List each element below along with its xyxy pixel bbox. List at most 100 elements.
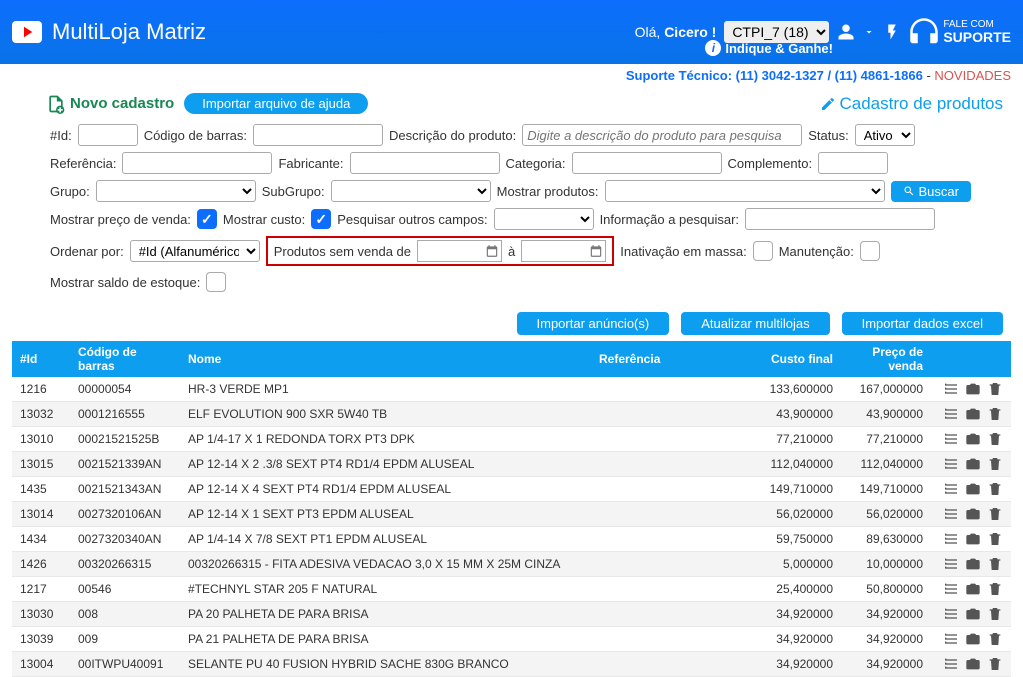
trash-icon[interactable]: [987, 406, 1003, 422]
referencia-input[interactable]: [122, 152, 272, 174]
camera-icon[interactable]: [965, 431, 981, 447]
custo-checkbox[interactable]: [311, 209, 331, 229]
actions-row: Importar anúncio(s) Atualizar multilojas…: [0, 308, 1023, 341]
date-from-input[interactable]: [417, 240, 502, 262]
cell-codigo: 00021521525B: [70, 427, 180, 452]
mostrar-produtos-select[interactable]: [605, 180, 885, 202]
camera-icon[interactable]: [965, 556, 981, 572]
details-icon[interactable]: [943, 631, 959, 647]
inativacao-checkbox[interactable]: [753, 241, 773, 261]
details-icon[interactable]: [943, 431, 959, 447]
cell-id: 13039: [12, 627, 70, 652]
details-icon[interactable]: [943, 381, 959, 397]
indique-link[interactable]: i Indique & Ganhe!: [705, 40, 833, 56]
cell-ref: [591, 502, 751, 527]
table-row[interactable]: 13030 008 PA 20 PALHETA DE PARA BRISA 34…: [12, 602, 1011, 627]
bolt-icon[interactable]: [883, 23, 901, 41]
trash-icon[interactable]: [987, 481, 1003, 497]
subgrupo-select[interactable]: [331, 180, 491, 202]
buscar-button[interactable]: Buscar: [891, 181, 971, 202]
id-input[interactable]: [78, 124, 138, 146]
a-label: à: [508, 244, 515, 259]
trash-icon[interactable]: [987, 606, 1003, 622]
col-nome[interactable]: Nome: [180, 341, 591, 377]
novidades-link[interactable]: NOVIDADES: [934, 68, 1011, 83]
details-icon[interactable]: [943, 606, 959, 622]
manutencao-checkbox[interactable]: [860, 241, 880, 261]
ordenar-select[interactable]: #Id (Alfanumérico): [130, 240, 260, 262]
importar-anuncios-button[interactable]: Importar anúncio(s): [517, 312, 670, 335]
cell-ref: [591, 577, 751, 602]
user-icon[interactable]: [837, 23, 855, 41]
preco-venda-checkbox[interactable]: [197, 209, 217, 229]
camera-icon[interactable]: [965, 631, 981, 647]
col-ref[interactable]: Referência: [591, 341, 751, 377]
cell-ref: [591, 427, 751, 452]
grupo-select[interactable]: [96, 180, 256, 202]
table-row[interactable]: 13014 0027320106AN AP 12-14 X 1 SEXT PT3…: [12, 502, 1011, 527]
table-row[interactable]: 13010 00021521525B AP 1/4-17 X 1 REDONDA…: [12, 427, 1011, 452]
table-row[interactable]: 1217 00546 #TECHNYL STAR 205 F NATURAL 2…: [12, 577, 1011, 602]
trash-icon[interactable]: [987, 381, 1003, 397]
descricao-input[interactable]: [522, 124, 802, 146]
info-pesquisar-input[interactable]: [745, 208, 935, 230]
col-preco[interactable]: Preço de venda: [841, 341, 931, 377]
camera-icon[interactable]: [965, 481, 981, 497]
details-icon[interactable]: [943, 581, 959, 597]
camera-icon[interactable]: [965, 506, 981, 522]
camera-icon[interactable]: [965, 381, 981, 397]
col-codigo[interactable]: Código de barras: [70, 341, 180, 377]
col-custo[interactable]: Custo final: [751, 341, 841, 377]
details-icon[interactable]: [943, 481, 959, 497]
table-row[interactable]: 13015 0021521339AN AP 12-14 X 2 .3/8 SEX…: [12, 452, 1011, 477]
fabricante-input[interactable]: [350, 152, 500, 174]
details-icon[interactable]: [943, 556, 959, 572]
importar-excel-button[interactable]: Importar dados excel: [842, 312, 1003, 335]
cell-id: 1426: [12, 552, 70, 577]
camera-icon[interactable]: [965, 406, 981, 422]
novo-cadastro-button[interactable]: Novo cadastro: [46, 94, 174, 114]
chevron-down-icon[interactable]: [863, 23, 875, 41]
trash-icon[interactable]: [987, 656, 1003, 672]
table-row[interactable]: 13032 0001216555 ELF EVOLUTION 900 SXR 5…: [12, 402, 1011, 427]
trash-icon[interactable]: [987, 556, 1003, 572]
sem-venda-label: Produtos sem venda de: [274, 244, 411, 259]
grupo-label: Grupo:: [50, 184, 90, 199]
table-row[interactable]: 13039 009 PA 21 PALHETA DE PARA BRISA 34…: [12, 627, 1011, 652]
camera-icon[interactable]: [965, 581, 981, 597]
saldo-checkbox[interactable]: [206, 272, 226, 292]
table-row[interactable]: 1435 0021521343AN AP 12-14 X 4 SEXT PT4 …: [12, 477, 1011, 502]
cadastro-produtos-link[interactable]: Cadastro de produtos: [820, 94, 1004, 114]
camera-icon[interactable]: [965, 606, 981, 622]
col-id[interactable]: #Id: [12, 341, 70, 377]
trash-icon[interactable]: [987, 506, 1003, 522]
date-to-input[interactable]: [521, 240, 606, 262]
details-icon[interactable]: [943, 656, 959, 672]
trash-icon[interactable]: [987, 456, 1003, 472]
outros-campos-select[interactable]: [494, 208, 594, 230]
table-row[interactable]: 1426 00320266315 00320266315 - FITA ADES…: [12, 552, 1011, 577]
support-link[interactable]: FALE COM SUPORTE: [909, 17, 1011, 47]
camera-icon[interactable]: [965, 656, 981, 672]
importar-ajuda-button[interactable]: Importar arquivo de ajuda: [184, 93, 368, 114]
cell-id: 13014: [12, 502, 70, 527]
camera-icon[interactable]: [965, 456, 981, 472]
details-icon[interactable]: [943, 406, 959, 422]
trash-icon[interactable]: [987, 431, 1003, 447]
cell-id: 1216: [12, 377, 70, 402]
status-select[interactable]: Ativo: [855, 124, 915, 146]
cell-nome: AP 1/4-17 X 1 REDONDA TORX PT3 DPK: [180, 427, 591, 452]
table-row[interactable]: 1216 00000054 HR-3 VERDE MP1 133,600000 …: [12, 377, 1011, 402]
details-icon[interactable]: [943, 456, 959, 472]
table-row[interactable]: 13004 00ITWPU40091 SELANTE PU 40 FUSION …: [12, 652, 1011, 677]
complemento-input[interactable]: [818, 152, 888, 174]
table-row[interactable]: 1434 0027320340AN AP 1/4-14 X 7/8 SEXT P…: [12, 527, 1011, 552]
details-icon[interactable]: [943, 506, 959, 522]
cell-id: 1217: [12, 577, 70, 602]
trash-icon[interactable]: [987, 631, 1003, 647]
atualizar-button[interactable]: Atualizar multilojas: [681, 312, 829, 335]
categoria-input[interactable]: [572, 152, 722, 174]
cell-id: 1434: [12, 527, 70, 552]
codigo-input[interactable]: [253, 124, 383, 146]
trash-icon[interactable]: [987, 581, 1003, 597]
